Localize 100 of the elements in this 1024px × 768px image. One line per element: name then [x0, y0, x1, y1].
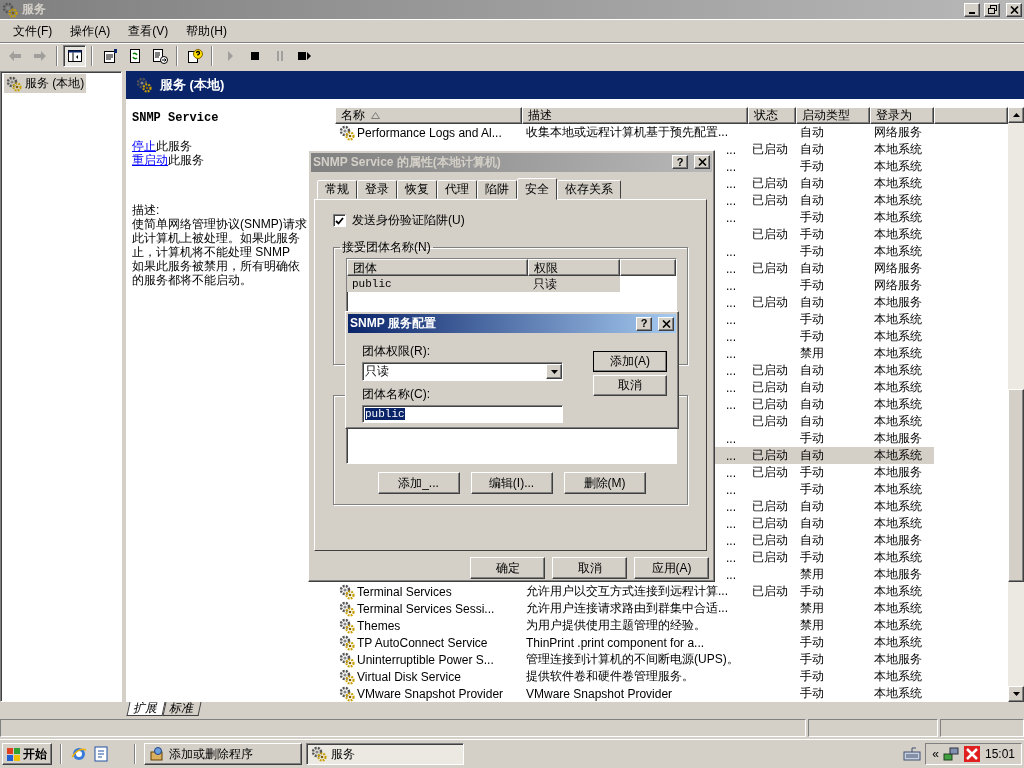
table-cell: ...	[726, 210, 736, 225]
scroll-up-icon[interactable]	[1012, 113, 1020, 117]
table-cell: ...	[726, 261, 736, 276]
clock[interactable]: 15:01	[984, 747, 1015, 761]
table-cell: ...	[726, 295, 736, 310]
table-cell-text: 本地系统	[873, 668, 923, 685]
table-cell-text: 手动	[799, 158, 825, 175]
menu-item[interactable]: 帮助(H)	[177, 20, 236, 42]
table-cell-text: 本地系统	[873, 362, 923, 379]
input-field[interactable]: public	[362, 405, 563, 423]
table-cell: ...	[726, 380, 736, 395]
column-header[interactable]: 登录为	[870, 107, 934, 124]
minimize-button[interactable]	[964, 2, 980, 17]
service-name-cell[interactable]: Terminal Services Sessi...	[357, 601, 495, 616]
column-header[interactable]	[620, 259, 676, 277]
tab[interactable]: 陷阱	[477, 180, 517, 200]
checkbox[interactable]	[333, 214, 346, 228]
dialog-button[interactable]: 取消	[552, 557, 627, 579]
dialog-button[interactable]: 确定	[470, 557, 545, 579]
service-name-cell[interactable]: VMware Snapshot Provider	[357, 686, 504, 701]
column-header[interactable]: 描述	[522, 107, 748, 124]
table-cell-text: 本地系统	[873, 192, 923, 209]
view-tab[interactable]: 标准	[162, 702, 202, 716]
table-cell-text: 手动	[799, 549, 825, 566]
table-cell-text: 禁用	[799, 566, 825, 583]
document-icon[interactable]	[92, 745, 110, 763]
list-button[interactable]: 添加_...	[377, 472, 460, 495]
service-name-cell[interactable]: Performance Logs and Al...	[357, 125, 502, 140]
menu-item[interactable]: 查看(V)	[119, 20, 178, 42]
column-header[interactable]: 启动类型	[796, 107, 870, 124]
table-cell-text: 网络服务	[873, 260, 923, 277]
taskbar-button[interactable]: 添加或删除程序	[144, 743, 302, 765]
menu-item[interactable]: 操作(A)	[61, 20, 120, 42]
table-cell-text: 本地系统	[873, 209, 923, 226]
description-text: 止，计算机将不能处理 SNMP	[132, 245, 291, 259]
service-name-cell[interactable]: TP AutoConnect Service	[357, 635, 488, 650]
tree-item[interactable]: 服务 (本地)	[4, 74, 87, 93]
menu-item[interactable]: 文件(F)	[4, 20, 62, 42]
service-name-cell[interactable]: Themes	[357, 618, 401, 633]
dialog-button[interactable]: 应用(A)	[634, 557, 709, 579]
column-header[interactable]: 名称	[335, 107, 522, 124]
column-header[interactable]: 团体	[347, 259, 528, 277]
table-cell: ...	[726, 499, 736, 514]
gear-icon	[311, 746, 327, 762]
table-cell: ...	[726, 244, 736, 259]
checkbox-label[interactable]: 发送身份验证陷阱(U)	[352, 212, 465, 230]
network-icon[interactable]	[942, 746, 959, 762]
description-text: 此计算机上被处理。如果此服务	[132, 231, 301, 245]
start-button[interactable]: 开始	[2, 743, 52, 765]
help-button[interactable]: ?	[636, 316, 652, 331]
tab[interactable]: 恢复	[397, 180, 437, 200]
keyboard-icon[interactable]	[903, 746, 922, 762]
table-cell-text: 本地服务	[873, 464, 923, 481]
table-cell-text: 自动	[799, 413, 825, 430]
table-cell: ...	[726, 482, 736, 497]
table-cell-text: 已启动	[751, 498, 789, 515]
service-name-cell[interactable]: Uninterruptible Power S...	[357, 652, 494, 667]
column-header[interactable]: 权限	[528, 259, 620, 277]
action-link[interactable]: 停止	[132, 139, 156, 153]
install-box-icon	[149, 746, 165, 762]
tab[interactable]: 代理	[437, 180, 477, 200]
column-header[interactable]: 状态	[748, 107, 796, 124]
service-name-cell[interactable]: Virtual Disk Service	[357, 669, 461, 684]
gear-icon	[2, 1, 18, 18]
tray-toggle[interactable]: «	[932, 747, 939, 761]
list-button[interactable]: 删除(M)	[563, 472, 646, 495]
table-cell[interactable]: public	[347, 276, 528, 293]
dialog-button[interactable]: 取消	[593, 375, 667, 396]
tab[interactable]: 登录	[357, 180, 397, 200]
table-cell: ...	[726, 176, 736, 191]
table-cell-text: 禁用	[799, 345, 825, 362]
table-cell-text: 本地系统	[873, 481, 923, 498]
table-cell-text: 本地服务	[873, 566, 923, 583]
help-button[interactable]: ?	[672, 155, 688, 170]
taskbar-button[interactable]: 服务	[306, 743, 464, 765]
tab[interactable]: 安全	[517, 178, 557, 201]
table-cell-text: 已启动	[751, 260, 789, 277]
rights-dropdown[interactable]: 只读	[362, 362, 563, 381]
tab[interactable]: 常规	[317, 180, 357, 200]
table-cell-text: 本地服务	[873, 294, 923, 311]
table-cell-text: 本地服务	[873, 430, 923, 447]
action-link[interactable]: 重启动	[132, 153, 168, 167]
tab[interactable]: 依存关系	[557, 180, 621, 200]
table-cell-text: 已启动	[751, 192, 789, 209]
column-header[interactable]	[934, 107, 1008, 124]
alert-icon[interactable]	[962, 745, 981, 763]
dropdown-arrow-icon[interactable]	[550, 369, 558, 374]
table-cell[interactable]: 只读	[528, 276, 620, 293]
table-cell: ...	[726, 329, 736, 344]
vertical-scrollbar[interactable]	[1008, 107, 1024, 702]
view-tab[interactable]: 扩展	[126, 702, 166, 716]
table-cell-text: 本地系统	[873, 600, 923, 617]
dialog-title: SNMP Service 的属性(本地计算机)	[313, 153, 501, 171]
dialog-button[interactable]: 添加(A)	[593, 351, 667, 372]
table-cell-text: 自动	[799, 175, 825, 192]
browser-icon[interactable]	[70, 745, 88, 763]
gear-icon	[339, 124, 355, 141]
service-name-cell[interactable]: Terminal Services	[357, 584, 452, 599]
list-button[interactable]: 编辑(I)...	[470, 472, 553, 495]
scroll-down-icon[interactable]	[1012, 692, 1020, 696]
